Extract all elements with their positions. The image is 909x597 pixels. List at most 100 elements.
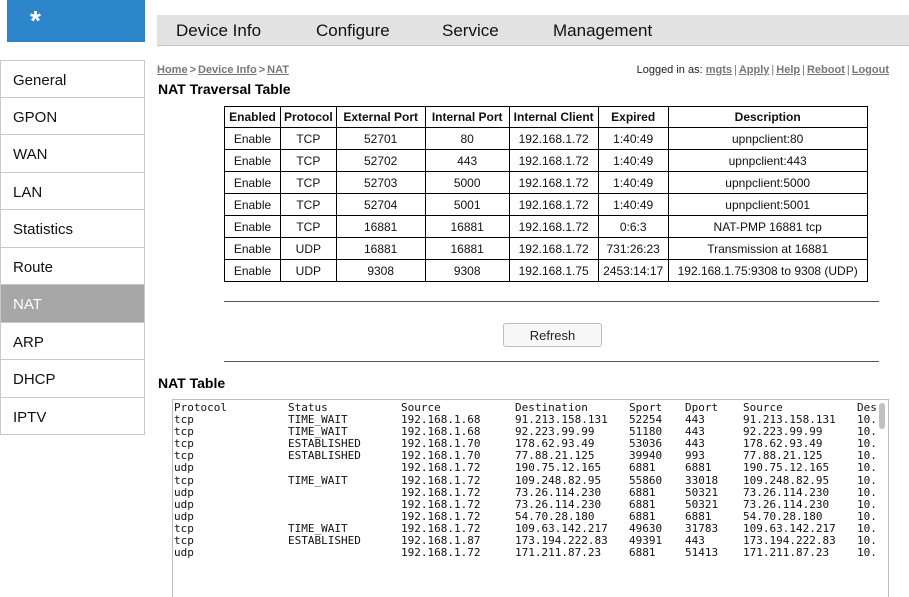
nat-cell: 190.75.12.165 <box>743 461 830 475</box>
traversal-cell: TCP <box>280 127 337 150</box>
nat-cell: udp <box>174 546 194 560</box>
nat-cell: 6881 <box>629 497 656 511</box>
col-expired: Expired <box>597 106 669 128</box>
nat-cell: ESTABLISHED <box>288 534 361 547</box>
traversal-cell: 192.168.1.72 <box>508 193 599 216</box>
nat-cell: 109.248.82.95 <box>515 473 602 487</box>
traversal-cell: 0:6:3 <box>597 215 669 238</box>
nat-cell: 51413 <box>685 546 719 560</box>
traversal-cell: upnpclient:80 <box>667 127 868 150</box>
breadcrumb-nat[interactable]: NAT <box>267 64 289 76</box>
refresh-button[interactable]: Refresh <box>503 323 602 347</box>
nat-cell: 73.26.114.230 <box>515 485 602 499</box>
traversal-cell: Enable <box>224 259 281 282</box>
col-internal-client: Internal Client <box>508 106 599 128</box>
nat-table-textarea[interactable]: Protocol Status Source Destination Sport Dpor… <box>172 399 889 597</box>
nat-cell: 190.75.12.165 <box>515 461 602 475</box>
nav-service[interactable]: Service <box>442 21 499 41</box>
nat-cell: 10. <box>857 485 877 499</box>
nat-cell: 192.168.1.72 <box>401 509 481 523</box>
scrollbar[interactable] <box>879 403 885 429</box>
breadcrumb-home[interactable]: Home <box>157 64 188 76</box>
nat-cell: 10. <box>857 497 877 511</box>
traversal-cell: 80 <box>424 127 510 150</box>
nat-cell: udp <box>174 509 194 523</box>
traversal-cell: NAT-PMP 16881 tcp <box>667 215 868 238</box>
login-user-link[interactable]: mgts <box>706 64 732 76</box>
nav-configure[interactable]: Configure <box>316 21 390 41</box>
sidebar-item-lan[interactable]: LAN <box>0 172 145 210</box>
help-link[interactable]: Help <box>776 64 800 76</box>
traversal-cell: 192.168.1.72 <box>508 215 599 238</box>
traversal-cell: 16881 <box>424 237 510 260</box>
nat-cell: 171.211.87.23 <box>515 546 602 560</box>
nat-cell: 6881 <box>629 461 656 475</box>
traversal-cell: 52701 <box>335 127 426 150</box>
traversal-cell: 16881 <box>424 215 510 238</box>
traversal-cell: Enable <box>224 193 281 216</box>
nat-cell: udp <box>174 461 194 475</box>
nat-cell: 50321 <box>685 497 719 511</box>
nat-cell: 55860 <box>629 473 663 487</box>
traversal-cell: 16881 <box>335 215 426 238</box>
traversal-cell: Transmission at 16881 <box>667 237 868 260</box>
traversal-cell: Enable <box>224 171 281 194</box>
nat-traversal-table: Enabled Protocol External Port Internal … <box>224 106 868 282</box>
nat-cell: 192.168.1.72 <box>401 485 481 499</box>
nat-cell: 10. <box>857 461 877 475</box>
traversal-cell: 16881 <box>335 237 426 260</box>
sidebar-item-general[interactable]: General <box>0 60 145 98</box>
traversal-row: Enable UDP 16881 16881 192.168.1.72 731:26:23… <box>224 237 868 260</box>
nav-management[interactable]: Management <box>553 21 652 41</box>
traversal-cell: Enable <box>224 127 281 150</box>
nav-device-info[interactable]: Device Info <box>176 21 261 41</box>
nat-cell: udp <box>174 485 194 499</box>
login-prefix: Logged in as: <box>636 64 703 76</box>
login-bar: Logged in as: mgts | Apply | Help | Reboot | Log… <box>636 64 889 76</box>
logout-link[interactable]: Logout <box>852 64 889 76</box>
traversal-cell: 2453:14:17 <box>597 259 669 282</box>
nat-cell: 54.70.28.180 <box>743 509 823 523</box>
nat-cell: 10. <box>857 473 877 487</box>
col-description: Description <box>667 106 868 128</box>
traversal-cell: 192.168.1.72 <box>508 171 599 194</box>
traversal-cell: 1:40:49 <box>597 193 669 216</box>
sidebar-item-gpon[interactable]: GPON <box>0 97 145 135</box>
nat-cell: 50321 <box>685 485 719 499</box>
traversal-row: Enable TCP 52704 5001 192.168.1.72 1:40:49 upn… <box>224 193 868 216</box>
nat-cell: 6881 <box>685 509 712 523</box>
traversal-cell: 731:26:23 <box>597 237 669 260</box>
reboot-link[interactable]: Reboot <box>807 64 845 76</box>
traversal-cell: upnpclient:5001 <box>667 193 868 216</box>
sidebar-item-statistics[interactable]: Statistics <box>0 210 145 248</box>
nat-cell: 6881 <box>685 461 712 475</box>
nat-cell: 73.26.114.230 <box>515 497 602 511</box>
traversal-cell: 1:40:49 <box>597 149 669 172</box>
sidebar-item-nat[interactable]: NAT <box>0 285 145 323</box>
sidebar-item-arp[interactable]: ARP <box>0 322 145 360</box>
col-external-port: External Port <box>335 106 426 128</box>
divider-top <box>224 301 879 302</box>
traversal-cell: 1:40:49 <box>597 127 669 150</box>
sidebar-item-wan[interactable]: WAN <box>0 135 145 173</box>
sidebar-item-route[interactable]: Route <box>0 247 145 285</box>
nat-cell: 10. <box>857 546 877 560</box>
traversal-cell: 192.168.1.72 <box>508 237 599 260</box>
nat-cell: TIME_WAIT <box>288 473 348 487</box>
traversal-row: Enable TCP 52703 5000 192.168.1.72 1:40:49 upn… <box>224 171 868 194</box>
traversal-cell: Enable <box>224 237 281 260</box>
traversal-cell: 52704 <box>335 193 426 216</box>
sidebar-item-dhcp[interactable]: DHCP <box>0 360 145 398</box>
nat-cell: tcp <box>174 473 194 487</box>
sidebar-item-iptv[interactable]: IPTV <box>0 397 145 435</box>
breadcrumb: Home > Device Info > NAT <box>157 64 289 76</box>
traversal-row: Enable TCP 16881 16881 192.168.1.72 0:6:3 NAT-… <box>224 215 868 238</box>
nat-table-title: NAT Table <box>158 375 226 391</box>
traversal-cell: UDP <box>280 237 337 260</box>
traversal-cell: 9308 <box>424 259 510 282</box>
apply-link[interactable]: Apply <box>739 64 770 76</box>
breadcrumb-device-info[interactable]: Device Info <box>198 64 257 76</box>
nat-traversal-title: NAT Traversal Table <box>158 81 291 97</box>
traversal-cell: 52703 <box>335 171 426 194</box>
traversal-cell: Enable <box>224 215 281 238</box>
